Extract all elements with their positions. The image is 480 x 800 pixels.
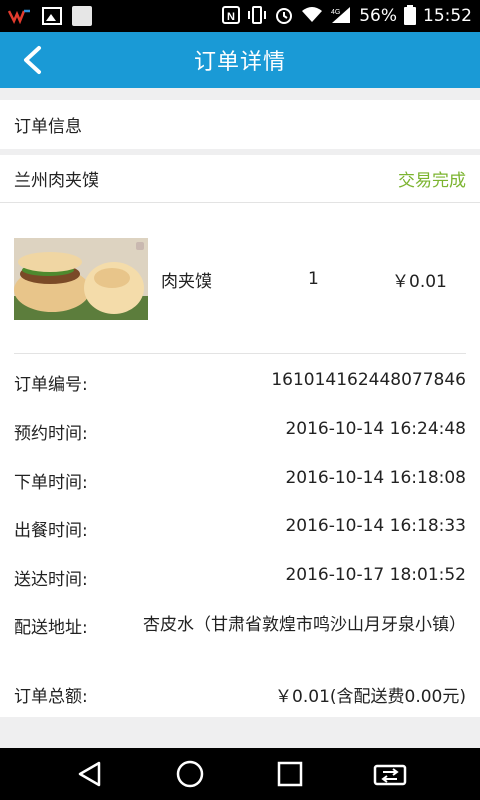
app-logo-icon: [7, 8, 32, 25]
delivered-time-row: 送达时间: 2016-10-17 18:01:52: [14, 565, 466, 590]
item-thumbnail: [14, 238, 148, 320]
delivery-address-row: 配送地址: 杏皮水（甘肃省敦煌市鸣沙山月牙泉小镇）: [14, 613, 466, 638]
detail-label: 预约时间:: [14, 424, 88, 444]
divider: [14, 353, 466, 354]
order-time: 2016-10-14 16:18:08: [285, 468, 466, 488]
navigation-bar: [0, 748, 480, 800]
page-title: 订单详情: [193, 50, 286, 75]
order-total-row: 订单总额: ￥0.01(含配送费0.00元): [14, 682, 466, 707]
order-item[interactable]: 肉夹馍 1 ￥0.01: [14, 237, 466, 321]
square-recents-icon: [277, 761, 303, 787]
svg-text:N: N: [227, 11, 235, 23]
svg-text:4G: 4G: [331, 9, 340, 16]
order-total: ￥0.01(含配送费0.00元): [275, 687, 466, 707]
title-bar: 订单详情: [0, 32, 480, 88]
detail-label: 订单总额:: [14, 687, 88, 707]
delivery-address: 杏皮水（甘肃省敦煌市鸣沙山月牙泉小镇）: [143, 615, 466, 635]
triangle-back-icon: [78, 761, 101, 787]
delivered-time: 2016-10-17 18:01:52: [285, 565, 466, 585]
order-number: 161014162448077846: [271, 370, 466, 390]
circle-home-icon: [176, 760, 204, 788]
signal-icon: 4G: [330, 6, 352, 27]
switch-apps-icon: [373, 764, 407, 786]
battery-percent: 56%: [359, 6, 397, 26]
detail-label: 下单时间:: [14, 473, 88, 493]
nav-back-button[interactable]: [68, 752, 112, 796]
battery-icon: [404, 4, 416, 28]
order-time-row: 下单时间: 2016-10-14 16:18:08: [14, 468, 466, 493]
item-name: 肉夹馍: [161, 271, 212, 292]
item-quantity: 1: [308, 269, 319, 289]
meal-ready-time: 2016-10-14 16:18:33: [285, 516, 466, 536]
item-price: ￥0.01: [392, 271, 447, 292]
nav-switch-button[interactable]: [368, 752, 412, 796]
nav-home-button[interactable]: [168, 752, 212, 796]
image-icon: [42, 7, 62, 25]
nav-recents-button[interactable]: [268, 752, 312, 796]
status-bar: N 4G 56% 15:52: [0, 0, 480, 32]
detail-label: 配送地址:: [14, 618, 88, 638]
shop-name: 兰州肉夹馍: [14, 171, 99, 191]
nfc-icon: N: [222, 5, 241, 27]
notification-icon: [72, 6, 92, 26]
back-arrow-icon: [24, 46, 41, 74]
section-header: 订单信息: [0, 100, 480, 149]
detail-label: 出餐时间:: [14, 521, 88, 541]
order-number-row: 订单编号: 161014162448077846: [14, 370, 466, 395]
clock: 15:52: [423, 6, 472, 26]
meal-ready-time-row: 出餐时间: 2016-10-14 16:18:33: [14, 516, 466, 541]
alarm-icon: [274, 5, 294, 28]
vibrate-icon: [247, 5, 267, 27]
detail-label: 送达时间:: [14, 570, 88, 590]
shop-row: 兰州肉夹馍 交易完成: [0, 155, 480, 203]
order-status-badge: 交易完成: [398, 171, 466, 191]
back-button[interactable]: [12, 40, 52, 80]
reserve-time: 2016-10-14 16:24:48: [285, 419, 466, 439]
order-card: 兰州肉夹馍 交易完成 肉夹馍 1 ￥0.01 订单编号: 16101416244…: [0, 155, 480, 717]
detail-label: 订单编号:: [14, 375, 88, 395]
reserve-time-row: 预约时间: 2016-10-14 16:24:48: [14, 419, 466, 444]
section-title: 订单信息: [14, 117, 82, 137]
wifi-icon: [301, 6, 323, 27]
